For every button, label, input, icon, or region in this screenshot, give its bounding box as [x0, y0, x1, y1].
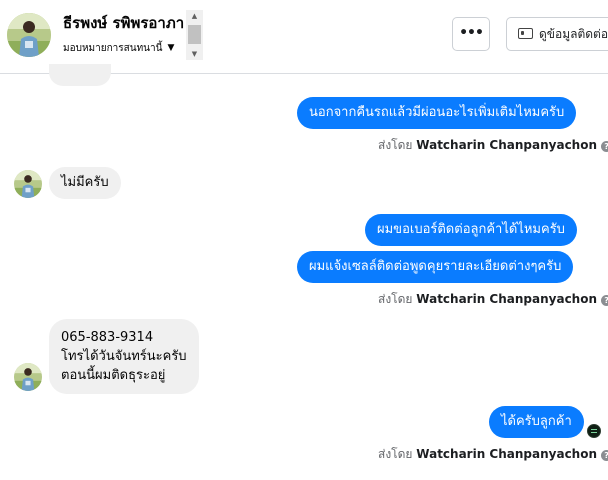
scroll-up-arrow-icon[interactable]: ▲ [186, 10, 203, 22]
more-options-button[interactable]: ••• [452, 17, 490, 51]
conversation-header: ธีรพงษ์ รพิพรอาภา มอบหมายการสนทนานี้ ▼ ▲ … [0, 0, 608, 74]
outgoing-message[interactable]: ผมขอเบอร์ติดต่อลูกค้าได้ไหมครับ [365, 214, 577, 246]
message-line: ตอนนี้ผมติดธุระอยู่ [61, 368, 166, 383]
sent-by-prefix: ส่งโดย [378, 292, 413, 306]
sent-by-label: ส่งโดย Watcharin Chanpanyachon? [378, 136, 608, 155]
assign-conversation-dropdown[interactable]: มอบหมายการสนทนานี้ ▼ [63, 41, 174, 56]
caret-down-icon: ▼ [167, 43, 175, 53]
incoming-message[interactable]: 065-883-9314 โทรได้วันจันทร์นะครับ ตอนนี… [49, 319, 199, 394]
agent-name: Watcharin Chanpanyachon [416, 447, 598, 461]
message-line: โทรได้วันจันทร์นะครับ [61, 349, 187, 364]
contact-avatar-small[interactable] [14, 363, 42, 391]
outgoing-message[interactable]: ได้ครับลูกค้า [489, 406, 584, 438]
contact-avatar-small[interactable] [14, 170, 42, 198]
sent-by-label: ส่งโดย Watcharin Chanpanyachon? [378, 290, 608, 309]
header-scrollbar[interactable]: ▲ ▼ [186, 10, 203, 60]
scroll-thumb[interactable] [188, 25, 201, 44]
contact-name[interactable]: ธีรพงษ์ รพิพรอาภา [63, 11, 187, 35]
agent-name: Watcharin Chanpanyachon [416, 138, 598, 152]
incoming-message[interactable]: ไม่มีครับ [49, 167, 121, 199]
message-line: 065-883-9314 [61, 330, 154, 345]
sent-by-label: ส่งโดย Watcharin Chanpanyachon? [378, 445, 608, 464]
outgoing-message[interactable]: ผมแจ้งเซลล์ติดต่อพูดคุยรายละเอียดต่างๆคร… [297, 251, 574, 283]
assign-conversation-label: มอบหมายการสนทนานี้ [63, 43, 163, 54]
question-mark-icon[interactable]: ? [601, 141, 608, 152]
partial-message-bubble [49, 64, 111, 86]
seen-avatar-icon [587, 424, 601, 438]
contact-avatar[interactable] [7, 13, 51, 57]
view-contact-button[interactable]: ดูข้อมูลติดต่อ [506, 17, 608, 51]
outgoing-message[interactable]: นอกจากคืนรถแล้วมีผ่อนอะไรเพิ่มเติมไหมครั… [297, 97, 577, 129]
contact-card-icon [518, 28, 533, 39]
agent-name: Watcharin Chanpanyachon [416, 292, 598, 306]
question-mark-icon[interactable]: ? [601, 295, 608, 306]
question-mark-icon[interactable]: ? [601, 450, 608, 461]
sent-by-prefix: ส่งโดย [378, 447, 413, 461]
scroll-down-arrow-icon[interactable]: ▼ [186, 48, 203, 60]
sent-by-prefix: ส่งโดย [378, 138, 413, 152]
view-contact-label: ดูข้อมูลติดต่อ [539, 27, 608, 41]
